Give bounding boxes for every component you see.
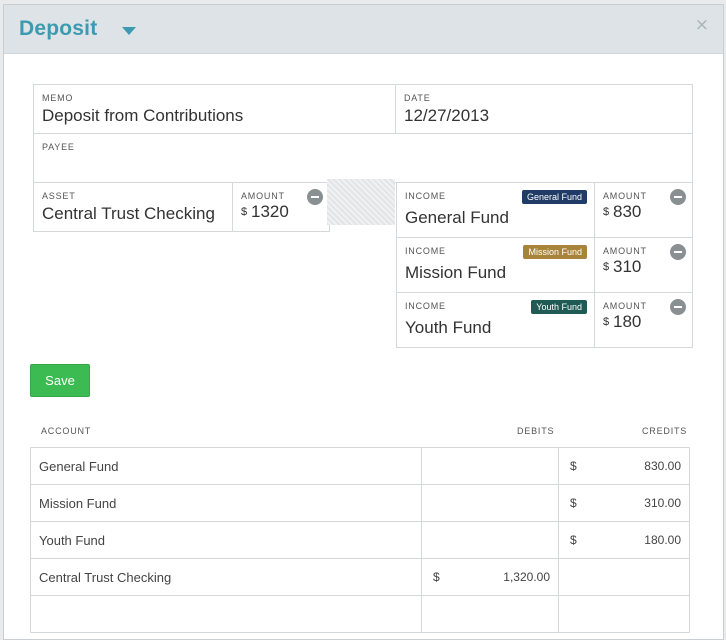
memo-input[interactable]: Deposit from Contributions <box>42 106 387 126</box>
debit-cell: 1,320.00 <box>503 570 550 584</box>
amount-label: AMOUNT <box>603 301 647 311</box>
credit-symbol: $ <box>570 533 577 547</box>
income-label: INCOME <box>405 301 446 311</box>
credit-symbol: $ <box>570 496 577 510</box>
date-input[interactable]: 12/27/2013 <box>404 106 489 126</box>
currency-symbol: $ <box>241 206 248 218</box>
credit-symbol: $ <box>570 459 577 473</box>
debit-symbol: $ <box>433 570 440 584</box>
minus-circle-icon[interactable] <box>670 189 686 205</box>
income-amount-input[interactable]: 830 <box>613 202 641 222</box>
memo-field[interactable]: MEMO Deposit from Contributions <box>33 84 396 134</box>
credit-cell: 310.00 <box>644 496 681 510</box>
income-field[interactable]: INCOME Mission Fund Mission Fund <box>396 237 596 293</box>
disabled-spacer <box>327 179 395 225</box>
fund-badge: General Fund <box>521 190 587 204</box>
currency-symbol: $ <box>603 206 610 218</box>
table-row <box>31 596 689 633</box>
income-field[interactable]: INCOME Youth Fund Youth Fund <box>396 292 596 348</box>
save-button[interactable]: Save <box>30 364 90 397</box>
asset-input[interactable]: Central Trust Checking <box>42 204 225 224</box>
income-label: INCOME <box>405 191 446 201</box>
date-label: DATE <box>404 93 431 103</box>
credit-cell: 830.00 <box>644 459 681 473</box>
account-cell: Central Trust Checking <box>39 570 172 585</box>
fund-badge: Youth Fund <box>531 300 587 314</box>
income-amount-input[interactable]: 310 <box>613 257 641 277</box>
amount-label: AMOUNT <box>603 246 647 256</box>
credits-column-header: CREDITS <box>642 426 688 436</box>
income-label: INCOME <box>405 246 446 256</box>
income-amount-field[interactable]: AMOUNT $ 310 <box>594 237 693 293</box>
income-field[interactable]: INCOME General Fund General Fund <box>396 182 596 238</box>
account-cell: Youth Fund <box>39 533 106 548</box>
modal-header: Deposit × <box>4 5 723 54</box>
account-cell: Mission Fund <box>39 496 117 511</box>
date-field[interactable]: DATE 12/27/2013 <box>395 84 693 134</box>
caret-down-icon[interactable] <box>122 27 136 35</box>
table-row: Youth Fund $180.00 <box>31 522 689 559</box>
credit-cell: 180.00 <box>644 533 681 547</box>
currency-symbol: $ <box>603 261 610 273</box>
asset-field[interactable]: ASSET Central Trust Checking <box>33 182 233 232</box>
account-column-header: ACCOUNT <box>41 426 92 436</box>
amount-label: AMOUNT <box>603 191 647 201</box>
income-input[interactable]: General Fund <box>405 208 509 228</box>
ledger-table: General Fund $830.00 Mission Fund $310.0… <box>30 447 690 633</box>
income-amount-input[interactable]: 180 <box>613 312 641 332</box>
minus-circle-icon[interactable] <box>307 189 323 205</box>
income-amount-field[interactable]: AMOUNT $ 830 <box>594 182 693 238</box>
income-input[interactable]: Youth Fund <box>405 318 491 338</box>
table-row: General Fund $830.00 <box>31 448 689 485</box>
debits-column-header: DEBITS <box>517 426 555 436</box>
income-amount-field[interactable]: AMOUNT $ 180 <box>594 292 693 348</box>
fund-badge: Mission Fund <box>523 245 587 259</box>
minus-circle-icon[interactable] <box>670 244 686 260</box>
asset-label: ASSET <box>42 191 76 201</box>
account-cell: General Fund <box>39 459 119 474</box>
modal-title: Deposit <box>19 17 98 40</box>
asset-amount-input[interactable]: 1320 <box>251 202 289 222</box>
table-row: Central Trust Checking $1,320.00 <box>31 559 689 596</box>
amount-label: AMOUNT <box>241 191 285 201</box>
close-icon[interactable]: × <box>695 15 709 35</box>
table-row: Mission Fund $310.00 <box>31 485 689 522</box>
payee-field[interactable]: PAYEE <box>33 133 693 183</box>
income-input[interactable]: Mission Fund <box>405 263 506 283</box>
payee-label: PAYEE <box>42 142 75 152</box>
minus-circle-icon[interactable] <box>670 299 686 315</box>
currency-symbol: $ <box>603 316 610 328</box>
memo-label: MEMO <box>42 93 74 103</box>
asset-amount-field[interactable]: AMOUNT $ 1320 <box>232 182 330 232</box>
